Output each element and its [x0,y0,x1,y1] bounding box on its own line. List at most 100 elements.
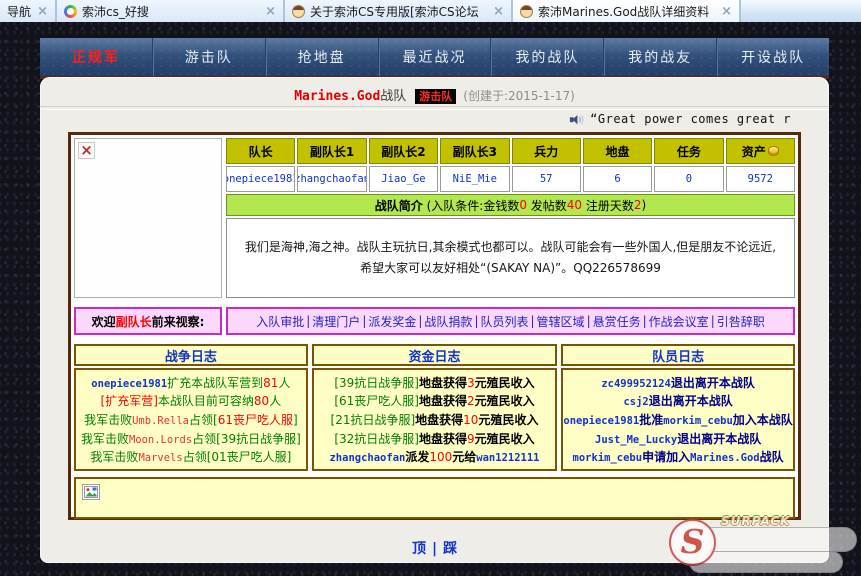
logs-section: 战争日志onepiece1981扩充本战队军营到81人[扩充军营]本战队目前可容… [74,344,795,471]
log-username[interactable]: Marines.God [690,452,760,464]
stat-header-cell: 队长 [226,138,295,164]
log-username[interactable]: onepiece1981 [563,415,639,427]
forum-avatar-icon [292,5,305,18]
log-entry: onepiece1981批准morkim_cebu加入本战队 [563,411,792,428]
intro-title: 战队简介 [375,197,423,214]
log-text: [扩充军营] [101,394,158,408]
log-text: 100 [429,450,452,464]
intro-cond-mid2: 注册天数 [582,197,634,214]
browser-tab[interactable]: 索沛cs_好搜 × [57,0,285,22]
log-text: 元殖民收入 [475,376,535,390]
tab-close-icon[interactable]: × [493,5,504,18]
officer-link-作战会议室[interactable]: 作战会议室 [649,313,709,330]
stat-value-cell: onepiece1981 [226,166,295,192]
stat-header-cell: 地盘 [583,138,652,164]
tab-close-icon[interactable]: × [265,5,276,18]
nav-item-正规军[interactable]: 正规军 [40,38,152,76]
log-text: 我军击败 [90,450,138,464]
log-text: 本战队目前可容纳 [158,394,254,408]
log-text: 地盘获得 [419,376,467,390]
log-text: 元给 [452,450,476,464]
log-text: 2 [467,394,475,408]
log-text: [32抗日战争服] [334,432,419,446]
log-text: 元殖民收入 [475,432,535,446]
officer-link-引咎辞职[interactable]: 引咎辞职 [717,313,765,330]
log-body-member: zc499952124退出离开本战队 csj2退出离开本战队 onepiece198… [561,368,795,471]
stat-value-cell: 57 [512,166,581,192]
log-entry: [21抗日战争服]地盘获得10元殖民收入 [331,411,539,428]
log-text: 10 [463,413,478,427]
log-title-war: 战争日志 [74,344,308,366]
tab-label: 索沛cs_好搜 [82,3,149,20]
log-username[interactable]: zc499952124 [601,378,671,390]
nav-item-我的战友[interactable]: 我的战友 [603,38,716,76]
log-text: 81 [263,376,278,390]
nav-item-游击队[interactable]: 游击队 [152,38,265,76]
log-entry: zhangchaofan派发100元给wan1212111 [329,448,539,465]
stat-value-cell: 6 [583,166,652,192]
browser-tab[interactable]: 关于索沛CS专用版[索沛CS论坛 × [285,0,513,22]
log-username[interactable]: wan1212111 [476,452,539,464]
team-name: Marines.God [294,89,380,104]
officer-link-入队审批[interactable]: 入队审批 [256,313,304,330]
log-text: ] [293,413,298,427]
browser-tab[interactable]: 索沛Marines.God战队详细资料× [513,0,741,22]
log-username[interactable]: morkim_cebu [573,452,643,464]
stat-value-cell: 9572 [726,166,795,192]
tab-close-icon[interactable]: × [37,5,48,18]
team-title-row: Marines.God战队游击队(创建于:2015-1-17) [40,77,829,103]
log-text: Moon.Lords [129,434,192,446]
log-username[interactable]: zhangchaofan [329,452,405,464]
nav-item-抢地盘[interactable]: 抢地盘 [265,38,378,76]
log-text: [61丧尸吃人服] [334,394,419,408]
officer-toolbar: 欢迎副队长前来视察: 入队审批|清理门户|派发奖金|战队捐款|队员列表|管辖区域… [74,307,795,335]
link-separator: | [531,314,535,328]
log-text: 退出离开本战队 [649,394,733,408]
officer-link-战队捐款[interactable]: 战队捐款 [424,313,472,330]
officer-link-管辖区域[interactable]: 管辖区域 [537,313,585,330]
officer-link-队员列表[interactable]: 队员列表 [480,313,528,330]
stats-value-row: onepiece1981zhangchaofanJiao_GeNiE_Mie57… [226,166,795,192]
log-text: 占领[ [189,413,218,427]
vote-down-link[interactable]: 踩 [443,541,457,557]
log-text: 人 [278,376,290,390]
team-description: 我们是海神,海之神。战队主玩抗日,其余模式也都可以。战队可能会有一些外国人,但是… [226,218,795,298]
vote-row: 顶|踩 [40,538,829,558]
tab-close-icon[interactable]: × [721,5,732,18]
nav-item-开设战队[interactable]: 开设战队 [716,38,829,76]
log-entry: 我军击败Marvels占领[01丧尸吃人服] [90,448,291,465]
log-title-member: 队员日志 [561,344,795,366]
log-text: 扩充本战队军营到 [167,376,263,390]
link-separator: | [362,314,366,328]
log-username[interactable]: csj2 [623,396,648,408]
officer-link-悬赏任务[interactable]: 悬赏任务 [593,313,641,330]
officer-links: 入队审批|清理门户|派发奖金|战队捐款|队员列表|管辖区域|悬赏任务|作战会议室… [226,307,795,335]
welcome-pre: 欢迎 [92,313,116,330]
log-username[interactable]: morkim_cebu [663,415,733,427]
stat-value-cell: NiE_Mie [440,166,509,192]
log-text: 派发 [405,450,429,464]
link-separator: | [474,314,478,328]
nav-item-我的战队[interactable]: 我的战队 [490,38,603,76]
log-username[interactable]: onepiece1981 [91,378,167,390]
tab-label: 关于索沛CS专用版[索沛CS论坛 [310,3,479,20]
vote-up-link[interactable]: 顶 [412,541,426,557]
link-separator: | [643,314,647,328]
log-text: 批准 [639,413,663,427]
log-entry: zc499952124退出离开本战队 [601,374,755,391]
log-text: [21抗日战争服] [331,413,416,427]
officer-link-清理门户[interactable]: 清理门户 [312,313,360,330]
log-entry: 我军击败Moon.Lords占领[39抗日战争服] [81,430,301,447]
log-username[interactable]: Just_Me_Lucky [595,434,677,446]
announcement-row: “Great power comes great r [40,110,829,128]
log-column-money: 资金日志[39抗日战争服]地盘获得3元殖民收入[61丧尸吃人服]地盘获得2元殖民… [312,344,557,471]
log-title-money: 资金日志 [312,344,557,366]
log-column-member: 队员日志 zc499952124退出离开本战队 csj2退出离开本战队 onepiec… [561,344,795,471]
nav-item-最近战况[interactable]: 最近战况 [378,38,491,76]
log-text: 元殖民收入 [478,413,538,427]
officer-link-派发奖金[interactable]: 派发奖金 [368,313,416,330]
log-entry: [39抗日战争服]地盘获得3元殖民收入 [334,374,534,391]
browser-tab[interactable]: 导航× [0,0,57,22]
log-text: Marvels [138,452,182,464]
stat-header-cell: 副队长3 [440,138,509,164]
